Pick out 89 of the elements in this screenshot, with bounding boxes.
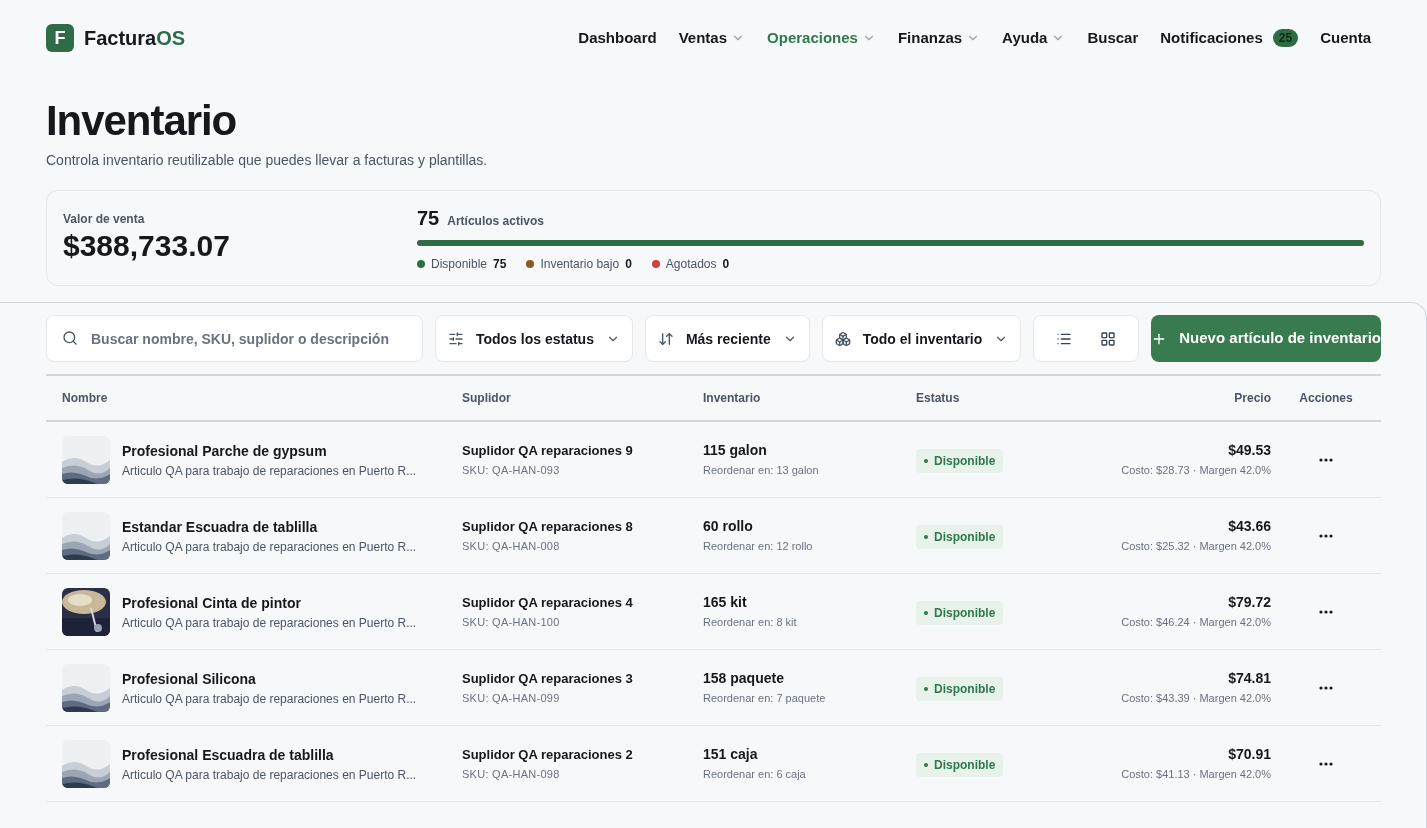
reorder-text: Reordenar en: 6 caja bbox=[703, 767, 807, 783]
supplier-name: Suplidor QA reparaciones 4 bbox=[462, 593, 634, 612]
status-badge: Disponible bbox=[916, 677, 1004, 701]
sku-text: SKU: QA-HAN-008 bbox=[462, 539, 561, 554]
stock-quantity: 165 kit bbox=[703, 593, 748, 613]
column-header: Estatus bbox=[916, 390, 961, 406]
cost-margin: Costo: $25.32 · Margen 42.0% bbox=[1121, 539, 1271, 555]
item-name: Profesional Cinta de pintor bbox=[122, 593, 302, 613]
nav-link[interactable]: Buscar bbox=[1087, 26, 1139, 50]
column-header: Acciones bbox=[1298, 390, 1354, 406]
filter-dropdown[interactable]: Todos los estatus bbox=[434, 315, 633, 362]
supplier-name: Suplidor QA reparaciones 8 bbox=[462, 517, 634, 536]
reorder-text: Reordenar en: 12 rollo bbox=[703, 539, 814, 555]
status-badge: Disponible bbox=[916, 525, 1004, 549]
item-name: Profesional Silicona bbox=[122, 669, 257, 689]
more-icon bbox=[1319, 457, 1333, 462]
legend-label: Agotados bbox=[665, 256, 717, 272]
grid-icon bbox=[1100, 330, 1117, 347]
search-icon bbox=[62, 330, 78, 346]
boxes-icon bbox=[834, 330, 851, 347]
column-header: Nombre bbox=[62, 390, 109, 406]
status-badge: Disponible bbox=[916, 753, 1004, 777]
nav-link[interactable]: Notificaciones 25 bbox=[1160, 26, 1299, 50]
new-item-button[interactable]: Nuevo artículo de inventario bbox=[1151, 315, 1381, 362]
stock-quantity: 60 rollo bbox=[703, 517, 754, 537]
legend-count: 0 bbox=[625, 256, 632, 272]
more-icon bbox=[1319, 609, 1333, 614]
sku-text: SKU: QA-HAN-099 bbox=[462, 691, 561, 706]
column-header: Inventario bbox=[703, 390, 762, 406]
brand-name: FacturaOS bbox=[84, 26, 186, 51]
cost-margin: Costo: $46.24 · Margen 42.0% bbox=[1121, 615, 1271, 631]
item-description: Articulo QA para trabajo de reparaciones en Puerto R... bbox=[122, 462, 417, 479]
stock-quantity: 115 galon bbox=[703, 441, 768, 461]
reorder-text: Reordenar en: 7 paquete bbox=[703, 691, 827, 707]
reorder-text: Reordenar en: 8 kit bbox=[703, 615, 798, 631]
cost-margin: Costo: $43.39 · Margen 42.0% bbox=[1121, 691, 1271, 707]
logo-icon: F bbox=[46, 24, 74, 52]
sku-text: SKU: QA-HAN-098 bbox=[462, 767, 561, 782]
page-subtitle: Controla inventario reutilizable que puedes llevar a facturas y plantillas. bbox=[46, 151, 489, 170]
item-price: $74.81 bbox=[1228, 669, 1271, 689]
supplier-name: Suplidor QA reparaciones 2 bbox=[462, 745, 634, 764]
item-description: Articulo QA para trabajo de reparaciones en Puerto R... bbox=[122, 766, 417, 783]
search-field[interactable]: Buscar nombre, SKU, suplidor o descripción bbox=[46, 315, 423, 362]
supplier-name: Suplidor QA reparaciones 3 bbox=[462, 669, 634, 688]
filter-icon bbox=[447, 330, 464, 347]
column-header: Suplidor bbox=[462, 390, 512, 406]
nav-link[interactable]: Dashboard bbox=[578, 26, 657, 50]
nav-link[interactable]: Ventas bbox=[678, 26, 746, 50]
item-name: Estandar Escuadra de tablilla bbox=[122, 517, 319, 537]
item-name: Profesional Parche de gypsum bbox=[122, 441, 328, 461]
more-icon bbox=[1319, 685, 1333, 690]
item-description: Articulo QA para trabajo de reparaciones en Puerto R... bbox=[122, 614, 417, 631]
nav-link[interactable]: Operaciones bbox=[767, 26, 876, 50]
status-badge: Disponible bbox=[916, 601, 1004, 625]
item-price: $43.66 bbox=[1228, 517, 1271, 537]
nav-link[interactable]: Ayuda bbox=[1002, 26, 1066, 50]
legend-count: 0 bbox=[722, 256, 730, 272]
filter-dropdown[interactable]: Más reciente bbox=[644, 315, 810, 362]
filter-dropdown[interactable]: Todo el inventario bbox=[821, 315, 1022, 362]
sale-value: $388,733.07 bbox=[63, 228, 231, 265]
item-price: $79.72 bbox=[1228, 593, 1271, 613]
supplier-name: Suplidor QA reparaciones 9 bbox=[462, 441, 634, 460]
reorder-text: Reordenar en: 13 galon bbox=[703, 463, 820, 479]
item-name: Profesional Escuadra de tablilla bbox=[122, 745, 335, 765]
item-description: Articulo QA para trabajo de reparaciones en Puerto R... bbox=[122, 538, 417, 555]
active-label: Artículos activos bbox=[447, 213, 544, 229]
page-title: Inventario bbox=[46, 100, 238, 142]
more-icon bbox=[1319, 761, 1333, 766]
item-description: Articulo QA para trabajo de reparaciones en Puerto R... bbox=[122, 690, 417, 707]
stock-quantity: 151 caja bbox=[703, 745, 759, 765]
sku-text: SKU: QA-HAN-100 bbox=[462, 615, 561, 630]
sku-text: SKU: QA-HAN-093 bbox=[462, 463, 561, 478]
cost-margin: Costo: $28.73 · Margen 42.0% bbox=[1121, 463, 1271, 479]
legend-label: Disponible bbox=[431, 256, 488, 272]
legend-count: 75 bbox=[493, 256, 507, 272]
stock-quantity: 158 paquete bbox=[703, 669, 785, 689]
more-icon bbox=[1319, 533, 1333, 538]
column-header: Precio bbox=[1233, 390, 1271, 406]
legend-label: Inventario bajo bbox=[540, 256, 620, 272]
sort-icon bbox=[657, 330, 674, 347]
value-label: Valor de venta bbox=[63, 211, 146, 228]
status-badge: Disponible bbox=[916, 449, 1004, 473]
nav-link[interactable]: Finanzas bbox=[897, 26, 981, 50]
active-count: 75 bbox=[417, 206, 440, 231]
nav-link[interactable]: Cuenta bbox=[1320, 26, 1371, 50]
item-price: $70.91 bbox=[1228, 745, 1271, 765]
item-price: $49.53 bbox=[1228, 441, 1271, 461]
cost-margin: Costo: $41.13 · Margen 42.0% bbox=[1121, 767, 1271, 783]
notification-count: 25 bbox=[1272, 29, 1299, 47]
